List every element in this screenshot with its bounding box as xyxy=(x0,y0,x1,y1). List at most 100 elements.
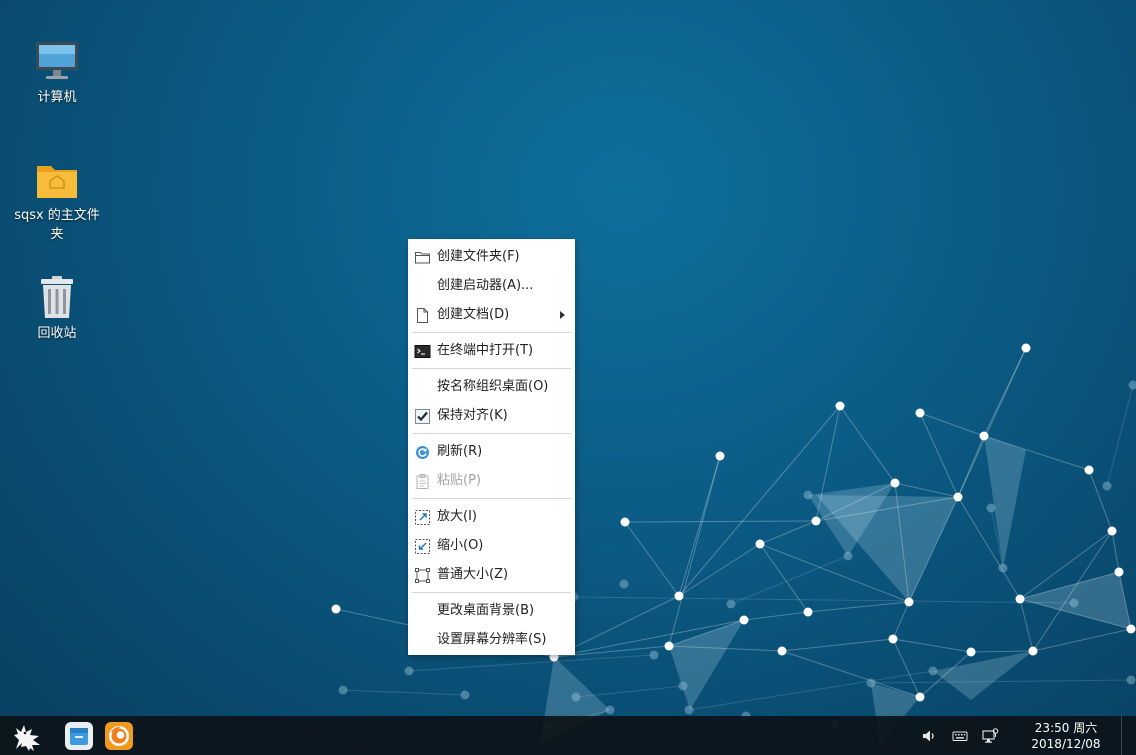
menu-item-label: 放大(I) xyxy=(437,509,477,524)
wallpaper-node xyxy=(777,646,787,656)
wallpaper-node xyxy=(684,705,694,715)
wallpaper-line xyxy=(575,685,684,698)
wallpaper-node xyxy=(953,492,963,502)
menu-item-label: 设置屏幕分辨率(S) xyxy=(437,632,547,647)
wallpaper-node xyxy=(803,490,813,500)
wallpaper-triangle xyxy=(984,436,1026,568)
wallpaper-node xyxy=(835,401,845,411)
desktop-icon-computer[interactable]: 计算机 xyxy=(12,38,102,107)
show-desktop-button[interactable] xyxy=(1121,716,1136,755)
wallpaper-node xyxy=(866,678,876,688)
wallpaper-node xyxy=(843,551,853,561)
menu-item-open-terminal[interactable]: 在终端中打开(T) xyxy=(408,336,575,365)
menu-item-label: 普通大小(Z) xyxy=(437,567,509,582)
taskbar-firefox-button[interactable] xyxy=(102,719,136,753)
wallpaper-line xyxy=(1111,530,1120,573)
wallpaper-node xyxy=(404,666,414,676)
menu-separator xyxy=(412,433,571,434)
wallpaper-node xyxy=(998,563,1008,573)
wallpaper-node xyxy=(904,597,914,607)
menu-item-label: 在终端中打开(T) xyxy=(437,343,534,358)
menu-item-label: 按名称组织桌面(O) xyxy=(437,379,549,394)
menu-item-create-document[interactable]: 创建文档(D) xyxy=(408,300,575,329)
desktop-icon-label: sqsx 的主文件夹 xyxy=(14,208,100,242)
wallpaper-node xyxy=(1084,465,1094,475)
folder-icon xyxy=(414,248,431,265)
clock-time: 23:50 周六 xyxy=(1034,721,1098,735)
wallpaper-line xyxy=(759,543,809,613)
wallpaper-node xyxy=(811,516,821,526)
wallpaper-node xyxy=(338,685,348,695)
wallpaper-line xyxy=(408,654,655,672)
wallpaper-node xyxy=(739,615,749,625)
normal-size-icon xyxy=(414,566,431,583)
keyboard-icon[interactable] xyxy=(951,727,969,745)
wallpaper-line xyxy=(624,520,817,523)
wallpaper-line xyxy=(730,555,849,605)
wallpaper-node xyxy=(915,408,925,418)
wallpaper-line xyxy=(781,638,894,652)
submenu-arrow-icon xyxy=(560,311,565,319)
home-folder-icon xyxy=(33,156,81,204)
menu-item-change-background[interactable]: 更改桌面背景(B) xyxy=(408,596,575,625)
wallpaper-node xyxy=(715,451,725,461)
desktop-icon-home-folder[interactable]: sqsx 的主文件夹 xyxy=(12,156,102,244)
desktop-context-menu: 创建文件夹(F) 创建启动器(A)... 创建文档(D) 在终端中打开(T) 按… xyxy=(408,239,575,655)
wallpaper-node xyxy=(664,641,674,651)
start-menu-button[interactable] xyxy=(10,719,48,753)
wallpaper-node xyxy=(620,517,630,527)
desktop-icon-trash[interactable]: 回收站 xyxy=(12,274,102,343)
wallpaper-node xyxy=(1114,567,1124,577)
wallpaper-line xyxy=(970,650,1034,653)
wallpaper-line xyxy=(892,638,921,698)
document-icon xyxy=(414,306,431,323)
wallpaper-line xyxy=(919,412,959,498)
wallpaper-line xyxy=(668,455,721,647)
menu-item-arrange-by-name[interactable]: 按名称组织桌面(O) xyxy=(408,372,575,401)
menu-item-label: 粘贴(P) xyxy=(437,473,481,488)
wallpaper-node xyxy=(674,591,684,601)
menu-item-screen-resolution[interactable]: 设置屏幕分辨率(S) xyxy=(408,625,575,654)
wallpaper-line xyxy=(624,521,680,597)
menu-item-label: 创建文档(D) xyxy=(437,307,510,322)
wallpaper-line xyxy=(919,412,985,437)
menu-item-create-launcher[interactable]: 创建启动器(A)... xyxy=(408,271,575,300)
wallpaper-node xyxy=(890,478,900,488)
menu-item-normal-size[interactable]: 普通大小(Z) xyxy=(408,560,575,589)
menu-separator xyxy=(412,592,571,593)
wallpaper-node xyxy=(1107,526,1117,536)
taskbar-file-manager-button[interactable] xyxy=(62,719,96,753)
wallpaper-triangle xyxy=(933,651,1033,700)
wallpaper-node xyxy=(986,503,996,513)
wallpaper-line xyxy=(894,482,959,498)
wallpaper-line xyxy=(781,650,921,698)
menu-item-paste: 粘贴(P) xyxy=(408,466,575,495)
zoom-out-icon xyxy=(414,537,431,554)
wallpaper-node xyxy=(1015,594,1025,604)
menu-item-keep-aligned[interactable]: 保持对齐(K) xyxy=(408,401,575,430)
wallpaper-line xyxy=(957,435,985,498)
wallpaper-node xyxy=(915,692,925,702)
firefox-icon xyxy=(102,722,136,755)
wallpaper-node xyxy=(1126,624,1136,634)
wallpaper-node xyxy=(331,604,341,614)
wallpaper-line xyxy=(892,638,972,653)
clock-date: 2018/12/08 xyxy=(1031,737,1101,751)
menu-item-label: 更改桌面背景(B) xyxy=(437,603,535,618)
menu-item-refresh[interactable]: 刷新(R) xyxy=(408,437,575,466)
wallpaper-line xyxy=(1019,598,1034,652)
menu-item-label: 缩小(O) xyxy=(437,538,484,553)
menu-item-zoom-out[interactable]: 缩小(O) xyxy=(408,531,575,560)
menu-item-create-folder[interactable]: 创建文件夹(F) xyxy=(408,242,575,271)
wallpaper-line xyxy=(807,601,910,613)
terminal-icon xyxy=(414,342,431,359)
menu-item-zoom-in[interactable]: 放大(I) xyxy=(408,502,575,531)
network-icon[interactable] xyxy=(981,727,999,745)
desktop-icon-label: 回收站 xyxy=(37,326,77,341)
volume-icon[interactable] xyxy=(920,727,938,745)
wallpaper-node xyxy=(1128,380,1136,390)
wallpaper-node xyxy=(979,431,989,441)
desktop[interactable]: 计算机 sqsx 的主文件夹 回收站 创建文件夹(F) 创建启动器(A)... … xyxy=(0,0,1136,755)
wallpaper-line xyxy=(573,596,1075,604)
taskbar-clock[interactable]: 23:50 周六 2018/12/08 xyxy=(1018,720,1114,752)
